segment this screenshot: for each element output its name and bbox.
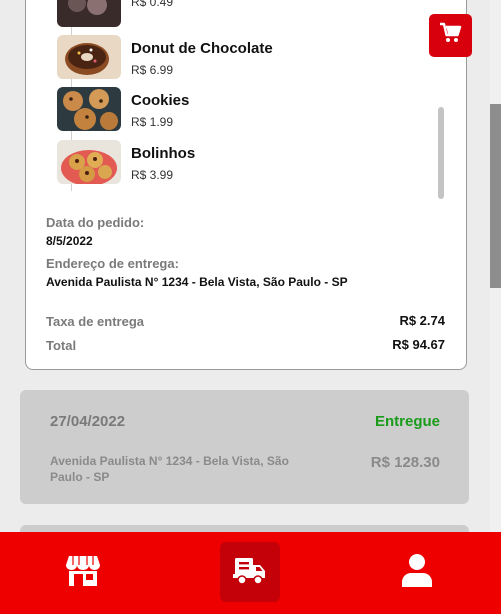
- product-name: Donut de Chocolate: [131, 40, 273, 57]
- product-image: [57, 35, 121, 79]
- delivery-fee-value: R$ 2.74: [399, 313, 445, 328]
- page-scrollbar-thumb[interactable]: [490, 104, 501, 288]
- delivery-truck-icon: [233, 554, 267, 591]
- past-order-total: R$ 128.30: [370, 454, 440, 471]
- product-name: Cookies: [131, 92, 190, 109]
- product-name: Bolinhos: [131, 145, 196, 162]
- shopping-cart-icon: [439, 22, 463, 49]
- cart-button[interactable]: [429, 14, 472, 57]
- product-image: [57, 140, 121, 184]
- bottom-navigation: [0, 532, 501, 614]
- nav-profile-button[interactable]: [387, 542, 447, 602]
- total-value: R$ 94.67: [392, 337, 445, 352]
- product-price: R$ 6.99: [131, 63, 174, 77]
- past-order-status: Entregue: [374, 413, 440, 430]
- product-price: R$ 1.99: [131, 115, 174, 129]
- past-order-address: Avenida Paulista N° 1234 - Bela Vista, S…: [50, 454, 289, 484]
- past-order-card[interactable]: 27/04/2022 Entregue Avenida Paulista N° …: [20, 390, 469, 504]
- product-item[interactable]: R$ 0.49: [57, 0, 387, 29]
- order-date-value: 8/5/2022: [46, 234, 93, 248]
- nav-store-button[interactable]: [53, 542, 113, 602]
- product-item[interactable]: Cookies R$ 1.99: [57, 87, 387, 133]
- delivery-address-value: Avenida Paulista N° 1234 - Bela Vista, S…: [46, 275, 348, 289]
- product-list-scrollbar[interactable]: [438, 107, 444, 199]
- product-item[interactable]: Donut de Chocolate R$ 6.99: [57, 35, 387, 81]
- delivery-address-label: Endereço de entrega:: [46, 256, 179, 271]
- product-image: [57, 87, 121, 131]
- total-label: Total: [46, 338, 77, 353]
- order-date-label: Data do pedido:: [46, 215, 145, 230]
- delivery-fee-label: Taxa de entrega: [46, 314, 145, 329]
- store-icon: [65, 553, 101, 592]
- past-order-date: 27/04/2022: [50, 413, 126, 430]
- product-item[interactable]: Bolinhos R$ 3.99: [57, 140, 387, 186]
- product-price: R$ 3.99: [131, 168, 174, 182]
- product-image: [57, 0, 121, 27]
- user-profile-icon: [402, 553, 432, 592]
- nav-orders-button[interactable]: [220, 542, 280, 602]
- product-price: R$ 0.49: [131, 0, 174, 9]
